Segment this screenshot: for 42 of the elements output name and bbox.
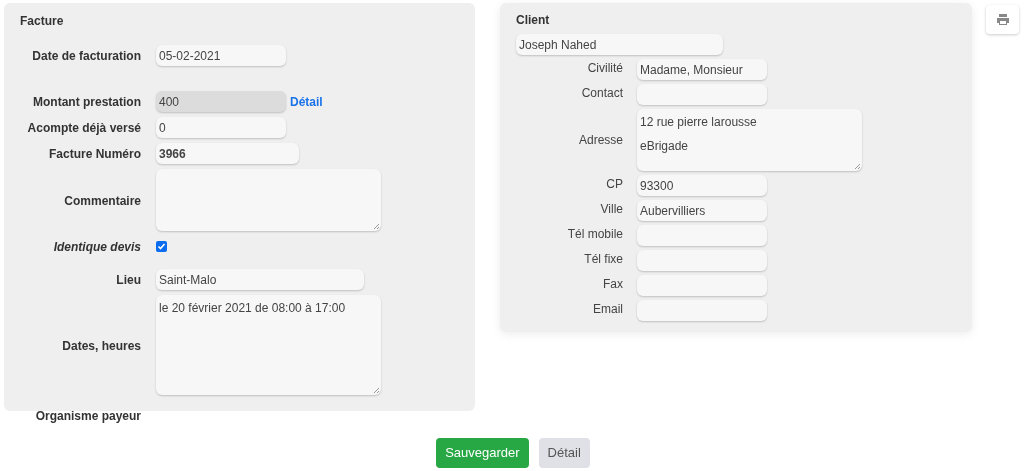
field-label: Ville: [599, 201, 623, 218]
detail-button[interactable]: Détail: [538, 438, 590, 468]
field-label: Acompte déjà versé: [26, 120, 141, 137]
field-label: Contact: [580, 85, 623, 102]
resize-handle-icon[interactable]: [373, 223, 380, 230]
resize-handle-icon[interactable]: [373, 387, 380, 394]
checkbox[interactable]: [156, 240, 167, 252]
text-input[interactable]: Saint-Malo: [156, 269, 364, 290]
text-input[interactable]: [637, 275, 767, 296]
text-input[interactable]: [637, 250, 767, 271]
printer-icon: [995, 13, 1010, 26]
text-input[interactable]: Madame, Monsieur: [637, 59, 767, 80]
panel-title: Client: [516, 12, 551, 28]
field-label: Identique devis: [52, 239, 141, 256]
field-label: Tél mobile: [566, 226, 623, 243]
field-label: Lieu: [115, 272, 141, 289]
field-label: Organisme payeur: [34, 408, 141, 425]
text-input[interactable]: [637, 84, 767, 105]
field-label: Dates, heures: [61, 338, 141, 355]
field-label: Adresse: [577, 132, 623, 149]
field-label: Fax: [602, 276, 623, 293]
text-input[interactable]: 3966: [156, 143, 299, 164]
text-input[interactable]: 0: [156, 117, 286, 138]
text-input[interactable]: 93300: [637, 175, 767, 196]
text-input[interactable]: [637, 225, 767, 246]
print-button[interactable]: [986, 5, 1019, 34]
field-label: Montant prestation: [32, 94, 141, 111]
field-label: Date de facturation: [31, 48, 141, 65]
field-label: Civilité: [586, 60, 623, 77]
panel-title: Facture: [20, 13, 65, 30]
text-area[interactable]: 12 rue pierre larousse eBrigade: [637, 109, 862, 171]
field-label: Tél fixe: [583, 251, 623, 268]
resize-handle-icon[interactable]: [854, 163, 861, 170]
field-label: Commentaire: [63, 193, 141, 210]
text-input[interactable]: Aubervilliers: [637, 200, 767, 221]
client-name-input[interactable]: Joseph Nahed: [516, 34, 723, 55]
text-input[interactable]: [637, 300, 767, 321]
field-label: CP: [605, 176, 623, 193]
text-input[interactable]: 05-02-2021: [156, 45, 286, 66]
field-label: Facture Numéro: [47, 146, 141, 163]
text-area[interactable]: le 20 février 2021 de 08:00 à 17:00: [156, 295, 381, 395]
field-label: Email: [592, 301, 623, 318]
